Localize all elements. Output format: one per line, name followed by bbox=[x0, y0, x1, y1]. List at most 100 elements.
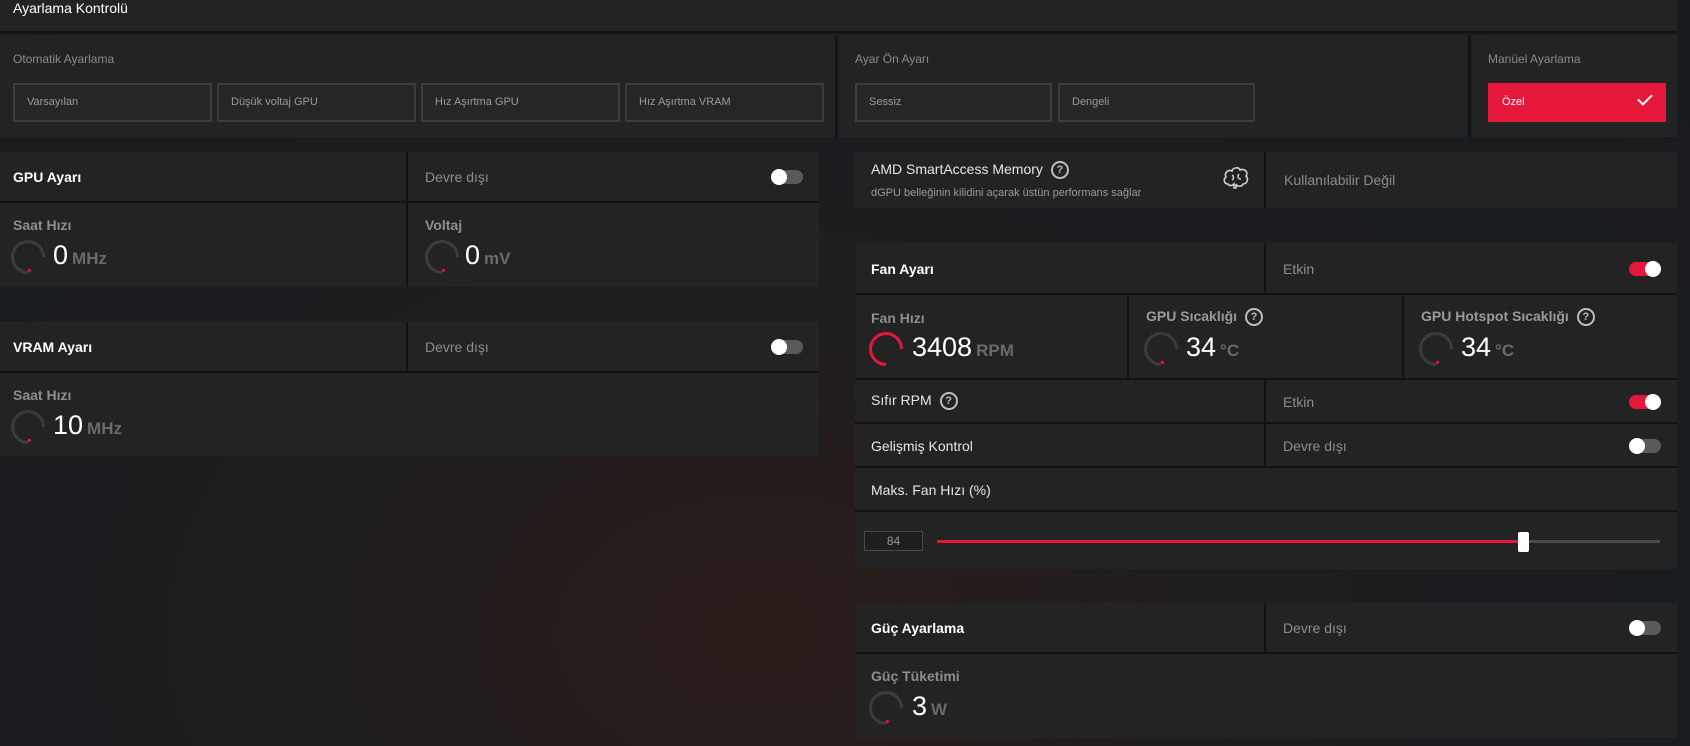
preset-label: Ayar Ön Ayarı bbox=[855, 52, 930, 66]
fan-tuning-toggle[interactable] bbox=[1629, 261, 1661, 277]
help-icon[interactable]: ? bbox=[1245, 308, 1264, 327]
default-button[interactable]: Varsayılan bbox=[13, 83, 212, 122]
vram-clock-gauge-icon bbox=[3, 402, 53, 452]
hotspot-temperature-readout: 34 °C bbox=[1461, 332, 1514, 363]
vram-clock-label: Saat Hızı bbox=[13, 387, 72, 403]
smart-access-memory-heading: AMD SmartAccess Memory? bbox=[871, 161, 1069, 180]
power-consumption-value: 3 bbox=[912, 691, 928, 721]
max-fan-speed-input[interactable]: 84 bbox=[864, 531, 923, 551]
quiet-button[interactable]: Sessiz bbox=[855, 83, 1052, 122]
hotspot-temperature-heading: GPU Hotspot Sıcaklığı? bbox=[1421, 308, 1595, 327]
vram-clock-metric: Saat Hızı 10 MHz bbox=[0, 373, 819, 456]
gpu-temperature-value: 34 bbox=[1186, 332, 1217, 362]
vram-tuning-status: Devre dışı bbox=[425, 339, 489, 355]
zero-rpm-row: Sıfır RPM? bbox=[855, 380, 1266, 424]
max-fan-speed-slider-row: 84 bbox=[855, 512, 1677, 569]
fan-speed-label: Fan Hızı bbox=[871, 310, 925, 326]
manual-tuning-section: Manüel Ayarlama Özel bbox=[1472, 35, 1677, 137]
smart-access-memory-card: AMD SmartAccess Memory? dGPU belleğinin … bbox=[855, 152, 1677, 208]
max-fan-speed-row: Maks. Fan Hızı (%) bbox=[855, 468, 1677, 512]
help-icon[interactable]: ? bbox=[1576, 308, 1595, 327]
vram-tuning-header: VRAM Ayarı bbox=[0, 322, 408, 373]
help-icon[interactable]: ? bbox=[1050, 161, 1069, 180]
overclock-vram-button[interactable]: Hız Aşırtma VRAM bbox=[625, 83, 824, 122]
zero-rpm-status-row: Etkin bbox=[1266, 380, 1677, 424]
gpu-clock-label: Saat Hızı bbox=[13, 217, 72, 233]
gpu-temperature-readout: 34 °C bbox=[1186, 332, 1239, 363]
power-tuning-status-row: Devre dışı bbox=[1266, 603, 1677, 654]
gpu-tuning-status-row: Devre dışı bbox=[408, 152, 819, 203]
advanced-control-toggle[interactable] bbox=[1629, 438, 1661, 454]
smart-access-memory-title: AMD SmartAccess Memory bbox=[871, 161, 1043, 177]
smart-access-memory-status: Kullanılabilir Değil bbox=[1284, 172, 1396, 188]
zero-rpm-toggle[interactable] bbox=[1629, 394, 1661, 410]
smart-access-memory-info: AMD SmartAccess Memory? dGPU belleğinin … bbox=[855, 152, 1266, 208]
fan-tuning-status-row: Etkin bbox=[1266, 243, 1677, 295]
power-consumption-readout: 3W bbox=[912, 691, 947, 722]
advanced-control-status-row: Devre dışı bbox=[1266, 424, 1677, 468]
gpu-tuning-card: GPU Ayarı Devre dışı Saat Hızı 0 MHz Volt… bbox=[0, 152, 819, 287]
hotspot-temperature-unit: °C bbox=[1495, 341, 1515, 360]
gpu-temperature-unit: °C bbox=[1220, 341, 1240, 360]
fan-tuning-title: Fan Ayarı bbox=[871, 261, 934, 277]
undervolt-gpu-button[interactable]: Düşük voltaj GPU bbox=[217, 83, 416, 122]
vram-tuning-title: VRAM Ayarı bbox=[13, 339, 93, 355]
gpu-clock-unit: MHz bbox=[72, 249, 107, 268]
power-consumption-gauge-icon bbox=[861, 683, 911, 733]
hotspot-temperature-value: 34 bbox=[1461, 332, 1492, 362]
gpu-temperature-metric: GPU Sıcaklığı? 34 °C bbox=[1129, 295, 1404, 380]
manual-tuning-label: Manüel Ayarlama bbox=[1488, 52, 1581, 66]
gpu-voltage-readout: 0 mV bbox=[465, 240, 511, 271]
tuning-control-header: Ayarlama Kontrolü bbox=[0, 0, 1677, 33]
help-icon[interactable]: ? bbox=[939, 392, 958, 411]
fan-tuning-card: Fan Ayarı Etkin Fan Hızı 3408 RPM GPU Sıc… bbox=[855, 243, 1677, 569]
vram-tuning-toggle[interactable] bbox=[771, 339, 803, 355]
gpu-temperature-label: GPU Sıcaklığı bbox=[1146, 308, 1238, 324]
brain-icon bbox=[1223, 167, 1249, 189]
gpu-clock-value: 0 bbox=[53, 240, 69, 270]
fan-speed-value: 3408 bbox=[912, 332, 973, 362]
power-tuning-header: Güç Ayarlama bbox=[855, 603, 1266, 654]
balanced-button[interactable]: Dengeli bbox=[1058, 83, 1255, 122]
power-consumption-label: Güç Tüketimi bbox=[871, 668, 960, 684]
auto-tuning-label: Otomatik Ayarlama bbox=[13, 52, 115, 66]
hotspot-temperature-gauge-icon bbox=[1411, 324, 1461, 374]
max-fan-speed-slider[interactable] bbox=[937, 532, 1660, 552]
vram-clock-readout: 10 MHz bbox=[53, 410, 122, 441]
gpu-voltage-metric: Voltaj 0 mV bbox=[408, 203, 819, 287]
slider-fill bbox=[937, 540, 1523, 543]
gpu-tuning-title: GPU Ayarı bbox=[13, 169, 82, 185]
fan-speed-readout: 3408 RPM bbox=[912, 332, 1014, 363]
gpu-clock-gauge-icon bbox=[3, 232, 53, 282]
vram-tuning-card: VRAM Ayarı Devre dışı Saat Hızı 10 MHz bbox=[0, 322, 819, 456]
fan-speed-unit: RPM bbox=[976, 341, 1014, 360]
vram-clock-unit: MHz bbox=[87, 419, 122, 438]
gpu-voltage-gauge-icon bbox=[417, 232, 467, 282]
zero-rpm-heading: Sıfır RPM? bbox=[871, 392, 958, 411]
custom-button[interactable]: Özel bbox=[1488, 83, 1666, 122]
max-fan-speed-label: Maks. Fan Hızı (%) bbox=[871, 482, 991, 498]
power-consumption-metric: Güç Tüketimi 3W bbox=[855, 654, 1677, 738]
gpu-tuning-header: GPU Ayarı bbox=[0, 152, 408, 203]
power-tuning-toggle[interactable] bbox=[1629, 620, 1661, 636]
hotspot-temperature-metric: GPU Hotspot Sıcaklığı? 34 °C bbox=[1404, 295, 1677, 380]
gpu-temperature-gauge-icon bbox=[1136, 324, 1186, 374]
overclock-gpu-button[interactable]: Hız Aşırtma GPU bbox=[421, 83, 620, 122]
zero-rpm-status: Etkin bbox=[1283, 394, 1315, 410]
advanced-control-status: Devre dışı bbox=[1283, 438, 1347, 454]
advanced-control-label: Gelişmiş Kontrol bbox=[871, 438, 973, 454]
custom-button-label: Özel bbox=[1502, 96, 1525, 108]
hotspot-temperature-label: GPU Hotspot Sıcaklığı bbox=[1421, 308, 1569, 324]
advanced-control-row: Gelişmiş Kontrol bbox=[855, 424, 1266, 468]
gpu-clock-readout: 0 MHz bbox=[53, 240, 107, 271]
slider-thumb[interactable] bbox=[1518, 532, 1529, 552]
fan-speed-gauge-icon bbox=[861, 324, 911, 374]
gpu-clock-metric: Saat Hızı 0 MHz bbox=[0, 203, 408, 287]
auto-tuning-section: Otomatik Ayarlama Varsayılan Düşük volta… bbox=[0, 35, 837, 137]
fan-tuning-header: Fan Ayarı bbox=[855, 243, 1266, 295]
vram-tuning-status-row: Devre dışı bbox=[408, 322, 819, 373]
smart-access-memory-description: dGPU belleğinin kilidini açarak üstün pe… bbox=[871, 187, 1142, 199]
gpu-voltage-unit: mV bbox=[484, 249, 511, 268]
gpu-tuning-status: Devre dışı bbox=[425, 169, 489, 185]
gpu-tuning-toggle[interactable] bbox=[771, 169, 803, 185]
